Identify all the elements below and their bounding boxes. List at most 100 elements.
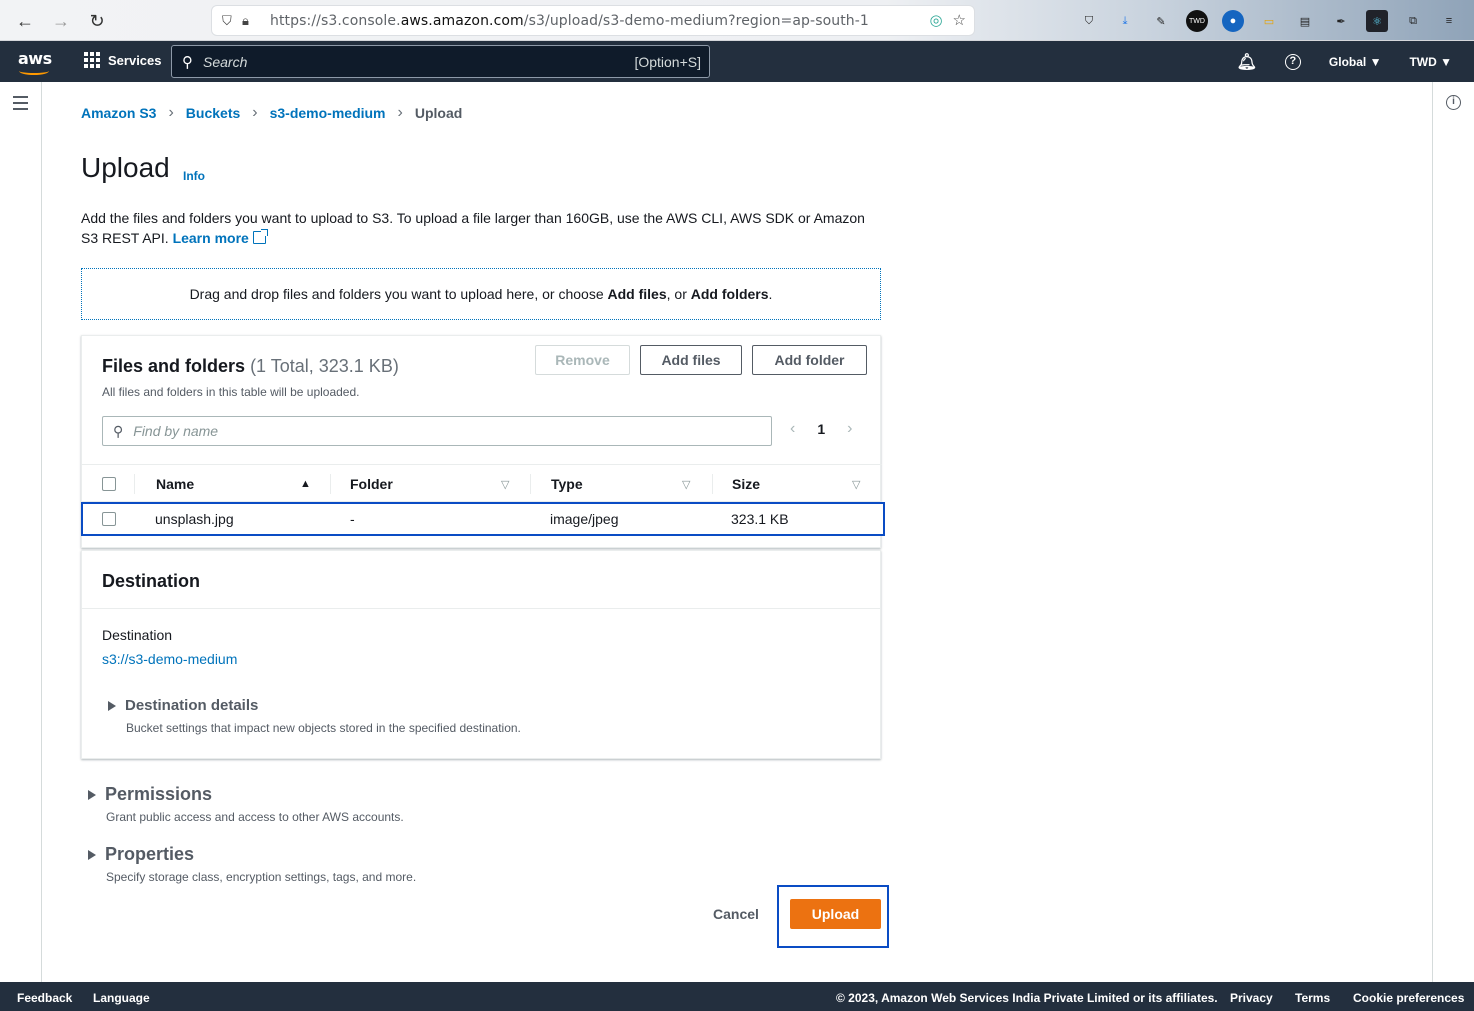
page-title: Upload — [81, 152, 170, 183]
tools-rail: i — [1432, 82, 1474, 982]
previous-page-icon[interactable]: ‹ — [790, 420, 795, 438]
lock-icon: 🔒︎ — [242, 12, 249, 28]
pagination: ‹ 1 › — [790, 420, 852, 438]
sort-ascending-icon[interactable]: ▲ — [300, 478, 311, 490]
remove-button[interactable]: Remove — [535, 345, 630, 375]
caret-right-icon — [108, 700, 116, 711]
sort-icon[interactable]: ▽ — [501, 478, 509, 491]
column-header-type[interactable]: Type — [551, 465, 583, 503]
side-nav-rail — [0, 82, 42, 982]
destination-link[interactable]: s3://s3-demo-medium — [102, 651, 237, 667]
learn-more-link[interactable]: Learn more — [173, 230, 249, 246]
properties-expander[interactable]: Properties — [88, 844, 194, 865]
column-header-folder[interactable]: Folder — [350, 465, 393, 503]
browser-toolbar: ← → ↻ ⛉ 🔒︎ https://s3.console.aws.amazon… — [0, 0, 1474, 41]
console-footer: Feedback Language © 2023, Amazon Web Ser… — [0, 982, 1474, 1011]
breadcrumb-buckets[interactable]: Buckets — [186, 105, 240, 121]
terms-link[interactable]: Terms — [1295, 991, 1330, 1005]
upload-dropzone[interactable]: Drag and drop files and folders you want… — [81, 268, 881, 320]
file-size: 323.1 KB — [731, 511, 789, 527]
files-count: (1 Total, 323.1 KB) — [250, 356, 399, 376]
file-name: unsplash.jpg — [155, 511, 234, 527]
privacy-link[interactable]: Privacy — [1230, 991, 1273, 1005]
files-panel-title: Files and folders (1 Total, 323.1 KB) — [102, 356, 399, 376]
file-folder: - — [350, 511, 355, 527]
grid-icon — [84, 52, 100, 68]
add-files-button[interactable]: Add files — [640, 345, 742, 375]
tools-icon[interactable]: ✎ — [1150, 10, 1172, 32]
breadcrumb-bucket[interactable]: s3-demo-medium — [270, 105, 386, 121]
permissions-description: Grant public access and access to other … — [106, 810, 404, 824]
notifications-bell-icon[interactable]: 🔔︎ — [1237, 52, 1257, 72]
search-icon: ⚲ — [182, 53, 193, 71]
destination-title: Destination — [102, 571, 201, 591]
row-checkbox[interactable] — [102, 512, 116, 526]
twd-extension-icon[interactable]: TWD — [1186, 10, 1208, 32]
address-bar[interactable]: ⛉ 🔒︎ https://s3.console.aws.amazon.com/s… — [211, 5, 975, 36]
breadcrumb-amazon-s3[interactable]: Amazon S3 — [81, 105, 156, 121]
download-icon[interactable]: ⤓ — [1114, 10, 1136, 32]
files-panel-subtitle: All files and folders in this table will… — [102, 385, 360, 399]
react-devtools-icon[interactable]: ⚛ — [1366, 10, 1388, 32]
column-header-name[interactable]: Name — [156, 465, 194, 503]
extension-status-icon[interactable]: ◎ — [929, 11, 942, 29]
screen-extension-icon[interactable]: ▭ — [1258, 10, 1280, 32]
caret-right-icon — [88, 789, 96, 800]
bookmark-star-icon[interactable]: ☆ — [953, 11, 966, 29]
account-menu[interactable]: TWD ▼ — [1409, 55, 1452, 69]
extensions-puzzle-icon[interactable]: ⧉ — [1402, 10, 1424, 32]
reload-icon[interactable]: ↻ — [84, 8, 110, 34]
extensions-toolbar: ⛉ ⤓ ✎ TWD ● ▭ ▤ ✒ ⚛ ⧉ ≡ — [1078, 10, 1460, 32]
file-type: image/jpeg — [550, 511, 619, 527]
info-panel-icon[interactable]: i — [1446, 95, 1461, 110]
breadcrumb: Amazon S3 › Buckets › s3-demo-medium › U… — [81, 104, 462, 122]
region-selector[interactable]: Global ▼ — [1329, 55, 1382, 69]
destination-details-description: Bucket settings that impact new objects … — [126, 721, 521, 735]
caret-right-icon — [88, 849, 96, 860]
sort-icon[interactable]: ▽ — [682, 478, 690, 491]
console-search-input[interactable]: ⚲ Search [Option+S] — [171, 45, 710, 78]
help-icon[interactable]: ? — [1284, 54, 1301, 70]
feather-icon[interactable]: ✒ — [1330, 10, 1352, 32]
chevron-right-icon: › — [168, 104, 174, 121]
cookie-preferences-link[interactable]: Cookie preferences — [1353, 991, 1464, 1005]
language-link[interactable]: Language — [93, 991, 150, 1005]
sort-icon[interactable]: ▽ — [852, 478, 860, 491]
hamburger-menu-icon[interactable] — [13, 96, 28, 114]
forward-arrow-icon[interactable]: → — [48, 8, 74, 34]
menu-icon[interactable]: ≡ — [1438, 10, 1460, 32]
chevron-right-icon: › — [397, 104, 403, 121]
pocket-icon[interactable]: ⛉ — [1078, 10, 1100, 32]
external-link-icon — [252, 229, 268, 244]
notes-icon[interactable]: ▤ — [1294, 10, 1316, 32]
feedback-link[interactable]: Feedback — [17, 991, 72, 1005]
shield-icon: ⛉ — [222, 12, 232, 28]
search-icon: ⚲ — [113, 422, 124, 439]
upload-button[interactable]: Upload — [790, 899, 881, 929]
info-link[interactable]: Info — [183, 169, 205, 183]
find-placeholder: Find by name — [133, 423, 219, 439]
add-folder-button[interactable]: Add folder — [752, 345, 867, 375]
permissions-expander[interactable]: Permissions — [88, 784, 212, 805]
destination-details-expander[interactable]: Destination details — [108, 697, 258, 714]
services-menu-button[interactable]: Services — [84, 52, 162, 68]
aws-top-nav: aws Services ⚲ Search [Option+S] 🔔︎ ? Gl… — [0, 41, 1474, 82]
find-by-name-input[interactable]: ⚲ Find by name — [102, 416, 772, 446]
url-text: https://s3.console.aws.amazon.com/s3/upl… — [270, 12, 869, 29]
table-row[interactable]: unsplash.jpg - image/jpeg 323.1 KB — [81, 502, 885, 536]
back-arrow-icon[interactable]: ← — [12, 8, 38, 34]
breadcrumb-current: Upload — [414, 105, 463, 121]
next-page-icon[interactable]: › — [847, 420, 852, 438]
copyright-text: © 2023, Amazon Web Services India Privat… — [836, 991, 1218, 1005]
services-label: Services — [108, 52, 162, 68]
current-page-number[interactable]: 1 — [817, 421, 825, 437]
aws-logo[interactable]: aws — [18, 49, 52, 68]
cancel-button[interactable]: Cancel — [700, 898, 772, 930]
files-table-header: Name ▲ Folder ▽ Type ▽ Size ▽ — [82, 464, 882, 502]
select-all-checkbox[interactable] — [102, 477, 116, 491]
page-description: Add the files and folders you want to up… — [81, 210, 865, 246]
search-placeholder: Search — [203, 53, 248, 70]
column-header-size[interactable]: Size — [732, 465, 760, 503]
globe-extension-icon[interactable]: ● — [1222, 10, 1244, 32]
aws-logo-smile — [19, 67, 49, 75]
